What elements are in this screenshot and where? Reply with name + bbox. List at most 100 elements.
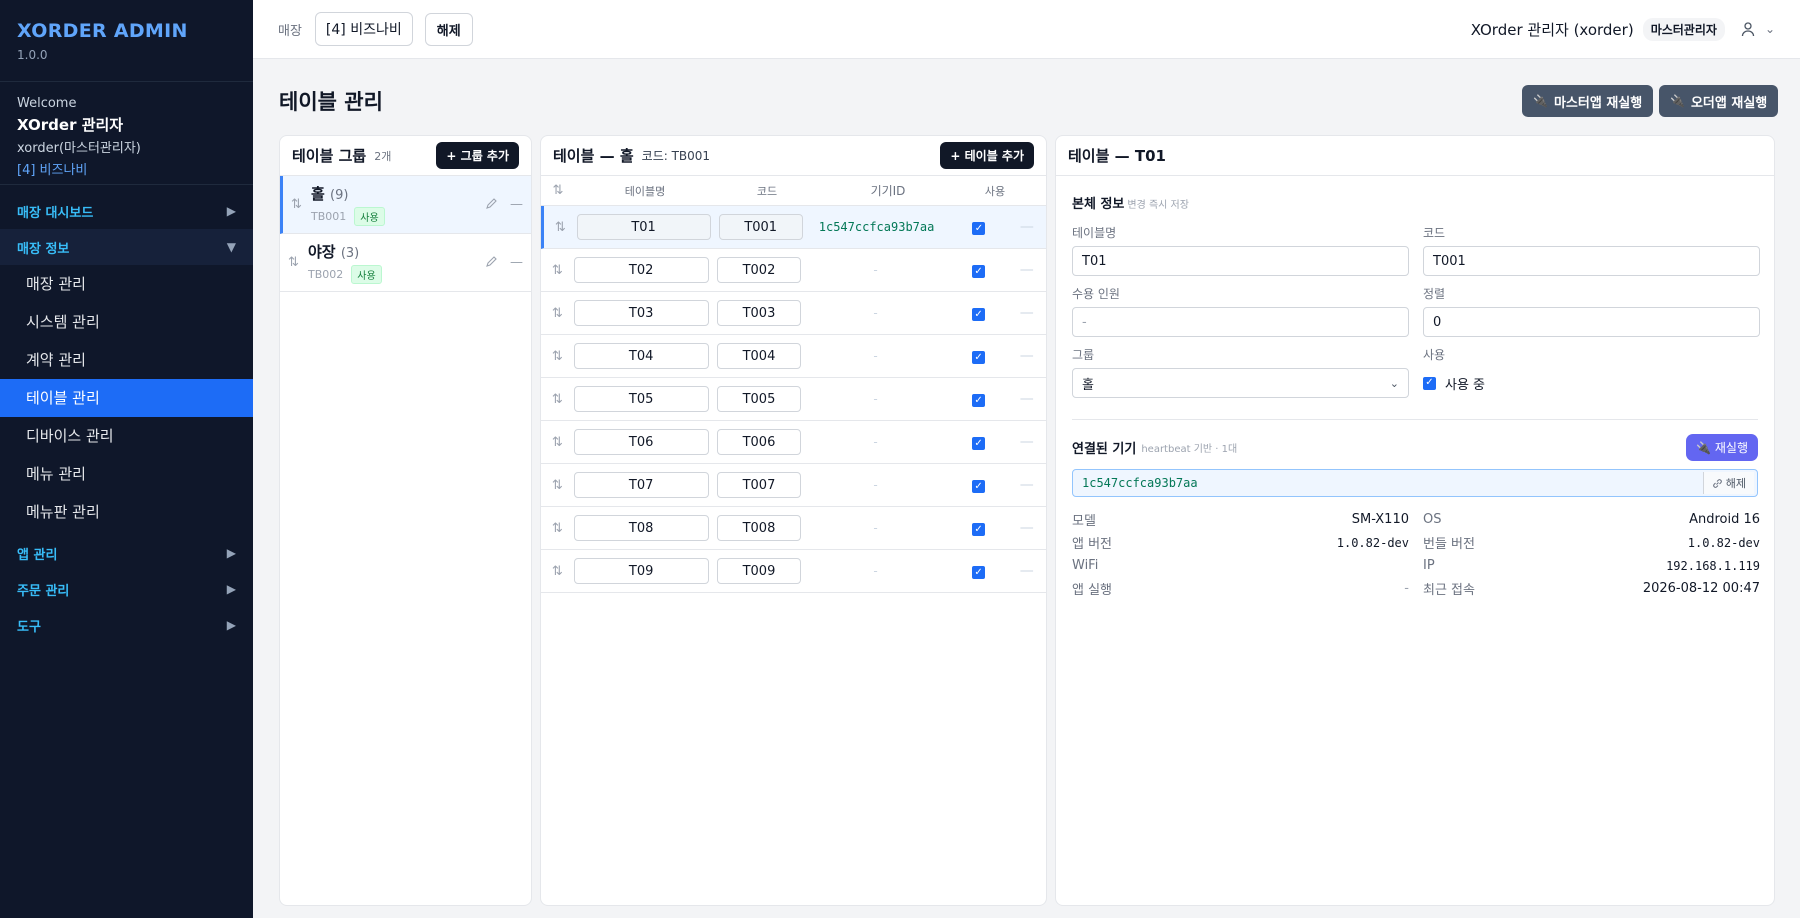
brand-title[interactable]: XORDER ADMIN — [17, 20, 236, 42]
table-name-input[interactable]: T01 — [576, 214, 711, 240]
sidebar-item-menuboard[interactable]: 메뉴판 관리 — [0, 493, 253, 531]
use-checkbox[interactable]: ✓ — [972, 394, 986, 408]
table-code-field[interactable]: T001 — [1423, 246, 1760, 276]
table-row[interactable]: ⇅ T09 T009 - ✓ — — [541, 550, 1046, 593]
restart-device-button[interactable]: 🔌 재실행 — [1686, 434, 1758, 461]
table-row[interactable]: ⇅ T08 T008 - ✓ — — [541, 507, 1046, 550]
use-checkbox[interactable]: ✓ — [972, 308, 986, 322]
table-code-input[interactable]: T002 — [716, 257, 802, 283]
unlink-button[interactable]: 해제 — [1702, 472, 1754, 494]
table-name-input[interactable]: T09 — [573, 558, 709, 584]
admin-name: XOrder 관리자 (xorder) — [1470, 20, 1634, 39]
sidebar-item-table[interactable]: 테이블 관리 — [0, 379, 253, 417]
button-label: 오더앱 재실행 — [1690, 95, 1768, 111]
use-checkbox[interactable]: ✓ — [972, 222, 986, 236]
table-code-input[interactable]: T001 — [718, 214, 803, 240]
table-code-input[interactable]: T005 — [716, 386, 802, 412]
nav-group-store-info[interactable]: 매장 정보 ▼ — [0, 229, 253, 265]
nav-group-order[interactable]: 주문 관리 ▶ — [0, 571, 253, 607]
app-run-value: - — [1404, 581, 1409, 596]
table-row[interactable]: ⇅ T02 T002 - ✓ — — [541, 249, 1046, 292]
release-store-button[interactable]: 해제 — [424, 12, 473, 46]
drag-handle-icon[interactable]: ⇅ — [541, 435, 574, 450]
table-code-input[interactable]: T007 — [716, 472, 802, 498]
table-name-input[interactable]: T08 — [573, 515, 709, 541]
delete-icon[interactable]: — — [1007, 563, 1046, 579]
table-name-input[interactable]: T07 — [573, 472, 709, 498]
sidebar-item-menu[interactable]: 메뉴 관리 — [0, 455, 253, 493]
group-select[interactable]: 홀 ⌄ — [1072, 368, 1409, 398]
drag-handle-icon[interactable]: ⇅ — [541, 306, 574, 321]
table-name-input[interactable]: T03 — [573, 300, 709, 326]
table-row[interactable]: ⇅ T07 T007 - ✓ — — [541, 464, 1046, 507]
nav-group-tools[interactable]: 도구 ▶ — [0, 607, 253, 643]
drag-handle-icon[interactable]: ⇅ — [541, 521, 574, 536]
edit-icon[interactable] — [485, 197, 498, 210]
chevron-down-icon[interactable]: ⌄ — [1765, 22, 1775, 36]
master-app-restart-button[interactable]: 🔌 마스터앱 재실행 — [1522, 85, 1654, 117]
edit-icon[interactable] — [485, 255, 498, 268]
drag-handle-icon[interactable]: ⇅ — [288, 255, 308, 270]
table-code-input[interactable]: T009 — [716, 558, 802, 584]
drag-handle-icon[interactable]: ⇅ — [541, 349, 574, 364]
group-item[interactable]: ⇅ 홀 (9) TB001 사용 — — [280, 176, 531, 234]
drag-handle-icon[interactable]: ⇅ — [541, 392, 574, 407]
delete-icon[interactable]: — — [1008, 219, 1046, 235]
divider — [1072, 419, 1758, 420]
drag-handle-icon[interactable]: ⇅ — [291, 197, 311, 212]
drag-handle-icon[interactable]: ⇅ — [541, 478, 574, 493]
in-use-checkbox[interactable]: ✓ — [1423, 376, 1436, 390]
use-checkbox[interactable]: ✓ — [972, 265, 986, 279]
last-seen-value: 2026-08-12 00:47 — [1642, 581, 1760, 596]
user-icon[interactable] — [1740, 21, 1756, 37]
delete-icon[interactable]: — — [1007, 477, 1046, 493]
table-name-field[interactable]: T01 — [1072, 246, 1409, 276]
sidebar-item-system[interactable]: 시스템 관리 — [0, 303, 253, 341]
use-checkbox[interactable]: ✓ — [972, 351, 986, 365]
use-checkbox[interactable]: ✓ — [972, 566, 986, 580]
group-item[interactable]: ⇅ 야장 (3) TB002 사용 — — [280, 234, 531, 292]
delete-icon[interactable]: — — [1007, 305, 1046, 321]
table-code-input[interactable]: T004 — [716, 343, 802, 369]
use-checkbox[interactable]: ✓ — [972, 480, 986, 494]
delete-icon[interactable]: — — [1007, 391, 1046, 407]
store-selector[interactable]: [4] 비즈나비 — [314, 12, 413, 46]
add-group-button[interactable]: + 그룹 추가 — [436, 142, 519, 169]
table-row[interactable]: ⇅ T06 T006 - ✓ — — [541, 421, 1046, 464]
table-code-input[interactable]: T006 — [716, 429, 802, 455]
drag-handle-icon[interactable]: ⇅ — [541, 263, 574, 278]
delete-icon[interactable]: — — [1007, 434, 1046, 450]
drag-handle-icon[interactable]: ⇅ — [541, 564, 574, 579]
use-checkbox[interactable]: ✓ — [972, 437, 986, 451]
sidebar-item-device[interactable]: 디바이스 관리 — [0, 417, 253, 455]
table-row[interactable]: ⇅ T01 T001 1c547ccfca93b7aa ✓ — — [541, 206, 1046, 249]
table-name-input[interactable]: T06 — [573, 429, 709, 455]
delete-icon[interactable]: — — [510, 255, 523, 270]
sidebar-item-store[interactable]: 매장 관리 — [0, 265, 253, 303]
nav-group-store-dashboard[interactable]: 매장 대시보드 ▶ — [0, 193, 253, 229]
add-table-button[interactable]: + 테이블 추가 — [940, 142, 1034, 169]
delete-icon[interactable]: — — [1007, 262, 1046, 278]
delete-icon[interactable]: — — [1007, 520, 1046, 536]
field-label: 정렬 — [1423, 287, 1446, 301]
capacity-field[interactable]: - — [1072, 307, 1409, 337]
caret-down-icon: ▼ — [226, 240, 236, 254]
table-row[interactable]: ⇅ T04 T004 - ✓ — — [541, 335, 1046, 378]
drag-handle-icon[interactable]: ⇅ — [544, 220, 577, 235]
use-checkbox[interactable]: ✓ — [972, 523, 986, 537]
order-app-restart-button[interactable]: 🔌 오더앱 재실행 — [1659, 85, 1779, 117]
delete-icon[interactable]: — — [1007, 348, 1046, 364]
sort-order-field[interactable]: 0 — [1423, 307, 1760, 337]
table-code-input[interactable]: T003 — [716, 300, 802, 326]
table-row[interactable]: ⇅ T05 T005 - ✓ — — [541, 378, 1046, 421]
sidebar-item-contract[interactable]: 계약 관리 — [0, 341, 253, 379]
table-groups-panel: 테이블 그룹 2개 + 그룹 추가 ⇅ 홀 (9) TB001 사용 — ⇅ 야장… — [279, 135, 532, 906]
table-name-input[interactable]: T04 — [573, 343, 709, 369]
table-name-input[interactable]: T05 — [573, 386, 709, 412]
delete-icon[interactable]: — — [510, 197, 523, 212]
table-code-input[interactable]: T008 — [716, 515, 802, 541]
table-row[interactable]: ⇅ T03 T003 - ✓ — — [541, 292, 1046, 335]
nav-group-app[interactable]: 앱 관리 ▶ — [0, 535, 253, 571]
ip-value: 192.168.1.119 — [1666, 558, 1760, 573]
table-name-input[interactable]: T02 — [573, 257, 709, 283]
